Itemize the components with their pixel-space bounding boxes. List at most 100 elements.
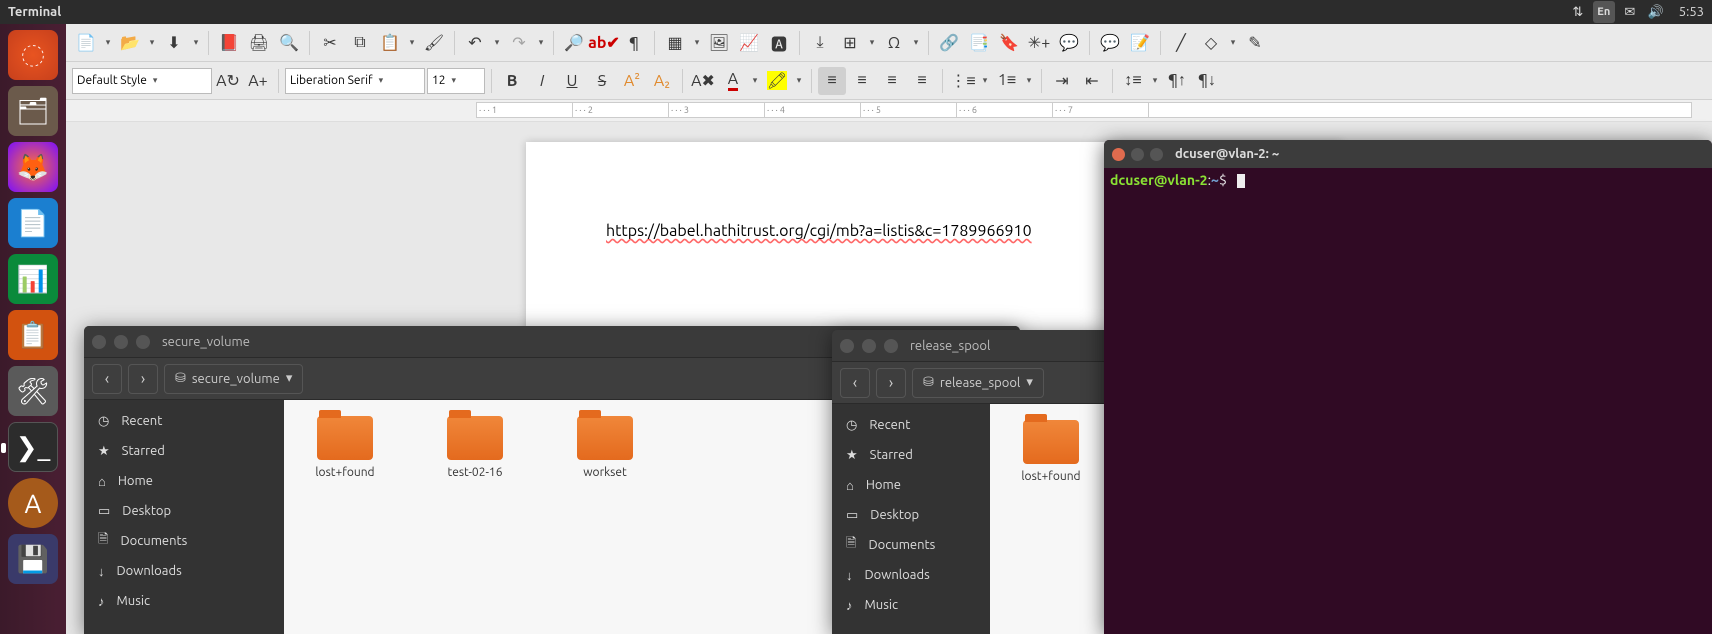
redo-button[interactable]: ↷ — [505, 29, 533, 57]
sidebar-desktop[interactable]: ▭Desktop — [84, 496, 284, 526]
launcher-calc[interactable]: 📊 — [8, 254, 58, 304]
italic-button[interactable]: I — [528, 67, 556, 95]
launcher-writer[interactable]: 📄 — [8, 198, 58, 248]
path-button[interactable]: ⛁ secure_volume ▾ — [164, 364, 303, 394]
launcher-firefox[interactable]: 🦊 — [8, 142, 58, 192]
increase-indent-button[interactable]: ⇥ — [1048, 67, 1076, 95]
forward-button[interactable]: › — [128, 364, 158, 394]
launcher-settings[interactable]: 🛠 — [8, 366, 58, 416]
sidebar-desktop[interactable]: ▭Desktop — [832, 500, 990, 530]
clear-formatting-button[interactable]: A✖ — [689, 67, 717, 95]
shapes-dropdown[interactable]: ▾ — [1227, 37, 1239, 48]
insert-pagebreak-button[interactable]: ⤓ — [806, 29, 834, 57]
table-dropdown[interactable]: ▾ — [691, 37, 703, 48]
specialchar-dropdown[interactable]: ▾ — [910, 37, 922, 48]
save-dropdown[interactable]: ▾ — [190, 37, 202, 48]
language-indicator[interactable]: En — [1593, 1, 1615, 23]
folder-item[interactable]: lost+found — [300, 416, 390, 479]
number-dropdown[interactable]: ▾ — [1023, 75, 1035, 86]
bullet-list-button[interactable]: ⋮≡ — [949, 67, 977, 95]
sidebar-home[interactable]: ⌂Home — [84, 466, 284, 496]
insert-textbox-button[interactable]: 🅰 — [765, 29, 793, 57]
strikethrough-button[interactable]: S — [588, 67, 616, 95]
font-name-combo[interactable]: Liberation Serif▾ — [285, 68, 425, 94]
insert-image-button[interactable]: 🖼 — [705, 29, 733, 57]
mail-icon[interactable]: ✉ — [1619, 1, 1641, 23]
fm2-titlebar[interactable]: release_spool — [832, 330, 1112, 362]
decrease-indent-button[interactable]: ⇤ — [1078, 67, 1106, 95]
redo-dropdown[interactable]: ▾ — [535, 37, 547, 48]
sidebar-music[interactable]: ♪Music — [832, 590, 990, 620]
insert-chart-button[interactable]: 📈 — [735, 29, 763, 57]
sidebar-documents[interactable]: 🗎Documents — [832, 530, 990, 560]
open-dropdown[interactable]: ▾ — [146, 37, 158, 48]
insert-field-button[interactable]: ⊞ — [836, 29, 864, 57]
launcher-files[interactable]: 🗂 — [8, 86, 58, 136]
show-draw-functions-button[interactable]: ✎ — [1241, 29, 1269, 57]
terminal-window[interactable]: dcuser@vlan-2: ~ dcuser@vlan-2:~$ — [1104, 140, 1712, 634]
forward-button[interactable]: › — [876, 368, 906, 398]
sidebar-home[interactable]: ⌂Home — [832, 470, 990, 500]
paste-dropdown[interactable]: ▾ — [406, 37, 418, 48]
back-button[interactable]: ‹ — [92, 364, 122, 394]
track-changes-button[interactable]: 💬 — [1096, 29, 1124, 57]
undo-dropdown[interactable]: ▾ — [491, 37, 503, 48]
bullet-dropdown[interactable]: ▾ — [979, 75, 991, 86]
terminal-titlebar[interactable]: dcuser@vlan-2: ~ — [1104, 140, 1712, 168]
back-button[interactable]: ‹ — [840, 368, 870, 398]
close-window-icon[interactable] — [1112, 148, 1125, 161]
launcher-impress[interactable]: 📋 — [8, 310, 58, 360]
underline-button[interactable]: U — [558, 67, 586, 95]
sidebar-downloads[interactable]: ↓Downloads — [84, 556, 284, 586]
paragraph-style-combo[interactable]: Default Style▾ — [72, 68, 212, 94]
sidebar-recent[interactable]: ◷Recent — [84, 406, 284, 436]
align-left-button[interactable]: ≡ — [818, 67, 846, 95]
insert-hyperlink-button[interactable]: 🔗 — [935, 29, 963, 57]
paste-button[interactable]: 📋 — [376, 29, 404, 57]
bold-button[interactable]: B — [498, 67, 526, 95]
new-doc-button[interactable]: 📄 — [72, 29, 100, 57]
basic-shapes-button[interactable]: ◇ — [1197, 29, 1225, 57]
sidebar-starred[interactable]: ★Starred — [832, 440, 990, 470]
insert-table-button[interactable]: ▦ — [661, 29, 689, 57]
clone-formatting-button[interactable]: 🖌 — [420, 29, 448, 57]
copy-button[interactable]: ⧉ — [346, 29, 374, 57]
increase-para-spacing-button[interactable]: ¶↑ — [1163, 67, 1191, 95]
sidebar-starred[interactable]: ★Starred — [84, 436, 284, 466]
network-icon[interactable]: ⇅ — [1567, 1, 1589, 23]
new-doc-dropdown[interactable]: ▾ — [102, 37, 114, 48]
show-changes-button[interactable]: 📝 — [1126, 29, 1154, 57]
print-button[interactable]: 🖨 — [245, 29, 273, 57]
undo-button[interactable]: ↶ — [461, 29, 489, 57]
clock[interactable]: 5:53 — [1679, 5, 1704, 19]
update-style-button[interactable]: A↻ — [214, 67, 242, 95]
close-window-icon[interactable] — [92, 335, 106, 349]
maximize-window-icon[interactable] — [884, 339, 898, 353]
document-text[interactable]: https://babel.hathitrust.org/cgi/mb?a=li… — [606, 222, 1032, 240]
minimize-window-icon[interactable] — [114, 335, 128, 349]
close-window-icon[interactable] — [840, 339, 854, 353]
launcher-disk[interactable]: 💾 — [8, 534, 58, 584]
insert-special-char-button[interactable]: Ω — [880, 29, 908, 57]
align-justify-button[interactable]: ≡ — [908, 67, 936, 95]
subscript-button[interactable]: A₂ — [648, 67, 676, 95]
save-button[interactable]: ⬇ — [160, 29, 188, 57]
open-button[interactable]: 📂 — [116, 29, 144, 57]
fm2-content[interactable]: lost+found — [990, 404, 1112, 634]
spellcheck-button[interactable]: ab✔ — [590, 29, 618, 57]
maximize-window-icon[interactable] — [1150, 148, 1163, 161]
print-preview-button[interactable]: 🔍 — [275, 29, 303, 57]
sidebar-downloads[interactable]: ↓Downloads — [832, 560, 990, 590]
minimize-window-icon[interactable] — [1131, 148, 1144, 161]
line-spacing-button[interactable]: ↕≡ — [1119, 67, 1147, 95]
font-color-button[interactable]: A — [719, 67, 747, 95]
draw-line-button[interactable]: ╱ — [1167, 29, 1195, 57]
folder-item[interactable]: workset — [560, 416, 650, 479]
cut-button[interactable]: ✂ — [316, 29, 344, 57]
launcher-updater[interactable]: A — [8, 478, 58, 528]
sidebar-documents[interactable]: 🗎Documents — [84, 526, 284, 556]
highlight-dropdown[interactable]: ▾ — [793, 75, 805, 86]
insert-bookmark-button[interactable]: 🔖 — [995, 29, 1023, 57]
sidebar-music[interactable]: ♪Music — [84, 586, 284, 616]
folder-item[interactable]: test-02-16 — [430, 416, 520, 479]
